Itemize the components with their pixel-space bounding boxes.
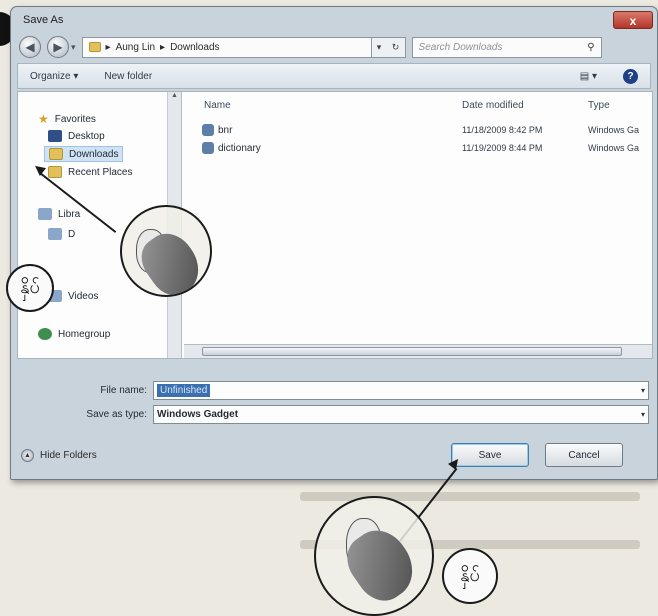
refresh-icon[interactable]: ↻	[392, 42, 400, 53]
downloads-folder-icon	[49, 148, 63, 160]
nav-videos[interactable]: Videos	[48, 290, 98, 302]
close-button[interactable]: x	[613, 11, 653, 29]
browser-content: ★ Favorites Desktop Downloads Recent Pla…	[17, 91, 653, 359]
back-button[interactable]: ◀	[19, 36, 41, 58]
nav-downloads[interactable]: Downloads	[44, 146, 124, 162]
recent-places-icon	[48, 166, 62, 178]
nav-recent-places[interactable]: Recent Places	[48, 166, 132, 178]
nav-documents[interactable]: D	[48, 228, 75, 240]
save-as-dialog: Save As x ◀ ▶ ▾ ▸ Aung Lin ▸ Downloads ▾…	[10, 6, 658, 480]
views-button[interactable]: ▤ ▾	[580, 71, 597, 82]
search-icon: ⚲	[587, 41, 595, 53]
search-placeholder: Search Downloads	[418, 41, 503, 53]
file-name-label: File name:	[100, 384, 147, 396]
file-name: dictionary	[218, 142, 261, 154]
documents-icon	[48, 228, 62, 240]
column-name[interactable]: Name	[204, 100, 231, 111]
nav-downloads-label: Downloads	[69, 148, 119, 160]
nav-desktop-label: Desktop	[68, 130, 105, 142]
column-date-modified[interactable]: Date modified	[462, 100, 524, 111]
hide-folders-label: Hide Folders	[40, 449, 97, 461]
save-type-value: Windows Gadget	[157, 408, 239, 420]
dialog-footer: ▲ Hide Folders Save Cancel	[11, 431, 657, 479]
address-dropdown-refresh[interactable]: ▾ ↻	[371, 36, 406, 58]
star-icon: ★	[38, 112, 49, 126]
file-date: 11/19/2009 8:44 PM	[462, 143, 543, 153]
forward-button[interactable]: ▶	[47, 36, 69, 58]
save-type-select[interactable]: Windows Gadget ▾	[153, 404, 649, 424]
file-name-row: File name: Unfinished ▾	[11, 379, 657, 401]
recent-pages-icon[interactable]: ▾	[71, 42, 76, 53]
address-bar[interactable]: ▸ Aung Lin ▸ Downloads	[81, 36, 372, 58]
scrollbar-thumb[interactable]	[202, 347, 622, 356]
hide-folders-toggle[interactable]: ▲ Hide Folders	[21, 448, 97, 462]
nav-homegroup-label: Homegroup	[58, 328, 111, 340]
file-date: 11/18/2009 8:42 PM	[462, 125, 543, 135]
nav-favorites[interactable]: ★ Favorites	[38, 112, 96, 126]
list-item[interactable]: dictionary	[202, 142, 261, 154]
chevron-up-icon: ▲	[21, 448, 34, 462]
address-row: ◀ ▶ ▾ ▸ Aung Lin ▸ Downloads ▾ ↻ Search …	[11, 33, 657, 61]
breadcrumb-separator: ▸	[105, 41, 111, 53]
nav-libraries[interactable]: Libra	[38, 208, 80, 220]
file-name-field[interactable]: Unfinished ▾	[153, 380, 649, 400]
file-type: Windows Ga	[588, 125, 640, 135]
organize-button[interactable]: Organize ▾	[30, 71, 78, 82]
file-name-value[interactable]: Unfinished	[157, 383, 211, 397]
chevron-down-icon[interactable]: ▾	[641, 386, 645, 395]
library-folder-icon	[88, 42, 101, 52]
nav-favorites-label: Favorites	[54, 113, 96, 125]
file-list: Name Date modified Type bnr 11/18/2009 8…	[184, 92, 652, 358]
chevron-down-icon[interactable]: ▾	[377, 42, 382, 53]
breadcrumb-user[interactable]: Aung Lin	[116, 42, 155, 53]
file-name: bnr	[218, 124, 233, 136]
window-title: Save As	[23, 14, 64, 26]
command-toolbar: Organize ▾ New folder ▤ ▾ ?	[17, 63, 651, 89]
save-button[interactable]: Save	[451, 443, 529, 467]
new-folder-button[interactable]: New folder	[104, 71, 152, 82]
search-input[interactable]: Search Downloads ⚲	[411, 36, 602, 58]
click-label-badge: နှိပ်	[442, 548, 498, 604]
desktop-icon	[48, 130, 62, 142]
breadcrumb-separator: ▸	[160, 41, 166, 53]
nav-libraries-label: Libra	[58, 208, 81, 220]
libraries-icon	[38, 208, 52, 220]
chevron-down-icon[interactable]: ▾	[641, 410, 645, 419]
title-bar: Save As	[11, 7, 657, 33]
column-type[interactable]: Type	[588, 100, 610, 111]
cancel-button[interactable]: Cancel	[545, 443, 623, 467]
save-type-label: Save as type:	[86, 408, 147, 420]
nav-recent-places-label: Recent Places	[68, 166, 133, 178]
nav-desktop[interactable]: Desktop	[48, 130, 105, 142]
help-icon[interactable]: ?	[623, 68, 638, 84]
save-type-row: Save as type: Windows Gadget ▾	[11, 403, 657, 425]
click-label-badge: နှိပ်	[6, 264, 54, 312]
mouse-hand-illustration	[120, 205, 212, 297]
mouse-hand-illustration	[314, 496, 434, 616]
nav-homegroup[interactable]: Homegroup	[38, 328, 110, 340]
gadget-file-icon	[202, 142, 214, 154]
gadget-file-icon	[202, 124, 214, 136]
nav-documents-label: D	[68, 228, 76, 240]
horizontal-scrollbar[interactable]	[184, 344, 652, 358]
file-type: Windows Ga	[588, 143, 640, 153]
scroll-up-icon[interactable]: ▲	[168, 92, 181, 99]
homegroup-icon	[38, 328, 52, 340]
breadcrumb-downloads[interactable]: Downloads	[170, 42, 219, 53]
nav-videos-label: Videos	[68, 290, 99, 302]
list-item[interactable]: bnr	[202, 124, 232, 136]
